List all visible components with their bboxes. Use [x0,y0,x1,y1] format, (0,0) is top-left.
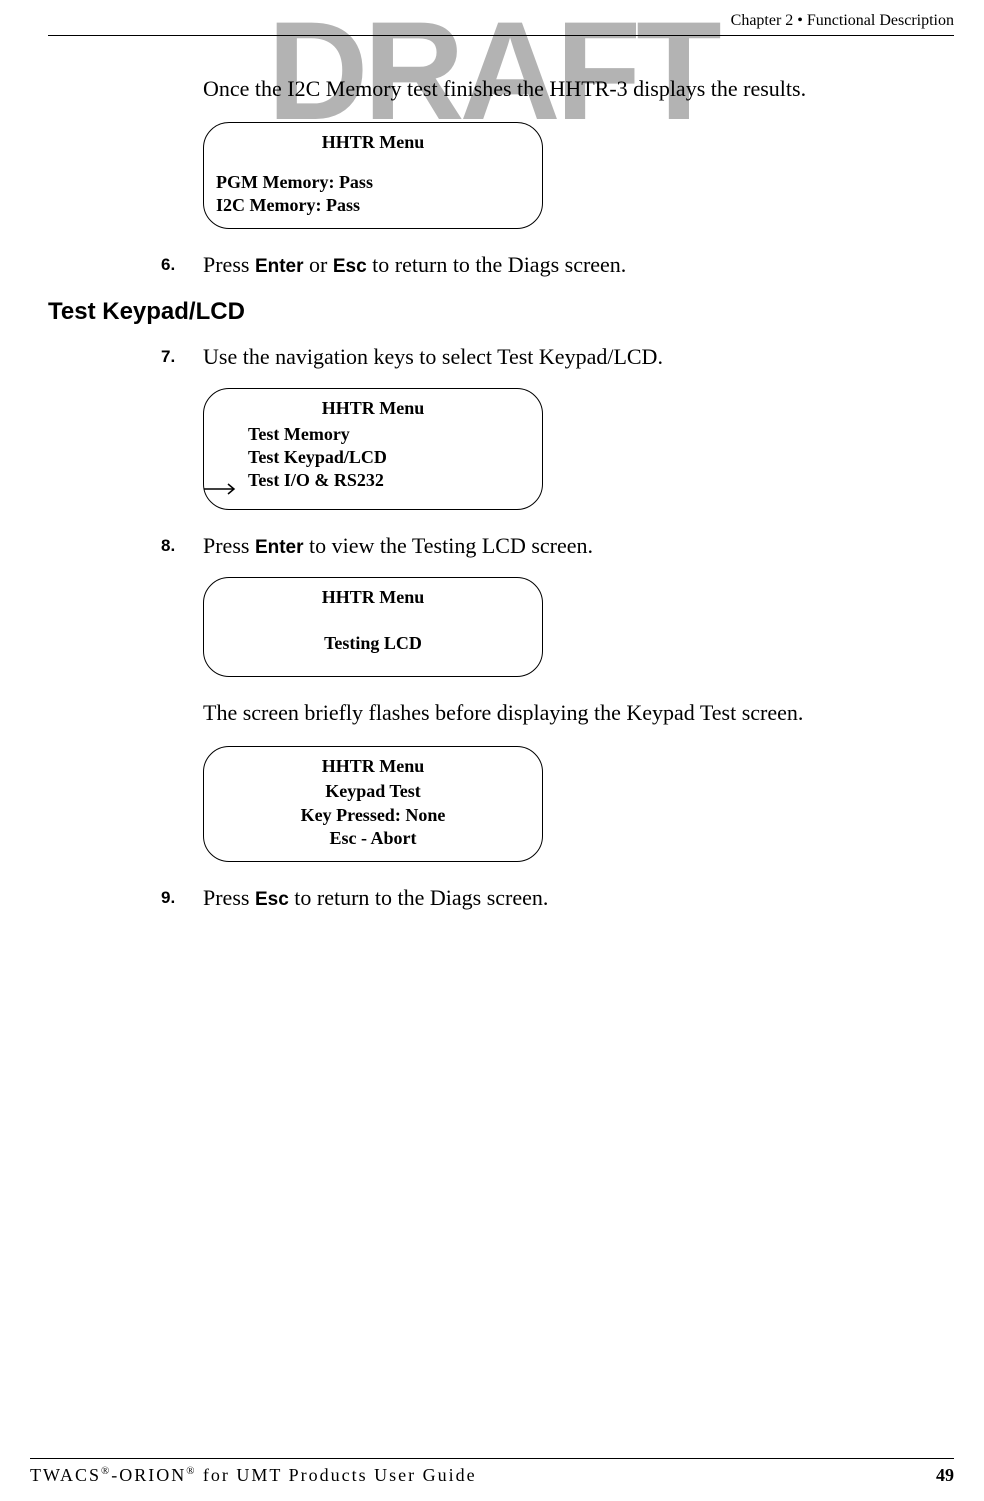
lcd-line: PGM Memory: Pass [216,171,530,194]
lcd-screen-testing-lcd: HHTR Menu Testing LCD [203,577,543,677]
step-number: 9. [161,884,203,913]
key-enter: Enter [255,256,304,277]
lcd-title: HHTR Menu [216,397,530,420]
text: -ORION [111,1465,186,1485]
step-text: Press Enter to view the Testing LCD scre… [203,532,954,561]
registered-icon: ® [186,1465,196,1477]
lcd-menu-item-selected: Test Keypad/LCD [248,446,387,469]
lcd-menu-item: Test Memory [248,423,387,446]
step-text: Use the navigation keys to select Test K… [203,343,954,372]
lcd-title: HHTR Menu [216,755,530,778]
page-number: 49 [936,1465,954,1486]
lcd-title: HHTR Menu [216,131,530,154]
header-rule [48,35,954,36]
step-number: 7. [161,343,203,372]
key-esc: Esc [255,889,289,910]
lcd-screen-keypad-test: HHTR Menu Keypad Test Key Pressed: None … [203,746,543,862]
step-text: Press Enter or Esc to return to the Diag… [203,251,954,280]
step-9: 9. Press Esc to return to the Diags scre… [161,884,954,913]
body-text: The screen briefly flashes before displa… [203,699,954,728]
text: Press [203,252,255,277]
lcd-line: I2C Memory: Pass [216,194,530,217]
text: Press [203,885,255,910]
registered-icon: ® [101,1465,111,1477]
page-content: Once the I2C Memory test finishes the HH… [48,75,954,929]
step-text: Press Esc to return to the Diags screen. [203,884,954,913]
step-6: 6. Press Enter or Esc to return to the D… [161,251,954,280]
lcd-line: Esc - Abort [216,827,530,850]
lcd-line: Testing LCD [216,632,530,655]
step-7: 7. Use the navigation keys to select Tes… [161,343,954,372]
intro-text: Once the I2C Memory test finishes the HH… [203,75,954,104]
section-heading: Test Keypad/LCD [48,296,954,327]
lcd-screen-test-menu: HHTR Menu Test Memory Test Keypad/LCD Te… [203,388,543,510]
footer-rule [30,1458,954,1459]
step-8: 8. Press Enter to view the Testing LCD s… [161,532,954,561]
step-number: 8. [161,532,203,561]
step-number: 6. [161,251,203,280]
lcd-title: HHTR Menu [216,586,530,609]
key-esc: Esc [333,256,367,277]
text: to return to the Diags screen. [289,885,549,910]
text: to view the Testing LCD screen. [304,533,594,558]
text: for UMT Products User Guide [196,1465,476,1485]
footer-left: TWACS®-ORION® for UMT Products User Guid… [30,1465,477,1486]
text: or [304,252,333,277]
lcd-menu-item: Test I/O & RS232 [248,469,387,492]
chapter-header: Chapter 2 • Functional Description [731,12,954,30]
text: TWACS [30,1465,101,1485]
text: to return to the Diags screen. [367,252,627,277]
text: Press [203,533,255,558]
lcd-line: Keypad Test [216,780,530,803]
key-enter: Enter [255,537,304,558]
lcd-screen-memory-results: HHTR Menu PGM Memory: Pass I2C Memory: P… [203,122,543,229]
lcd-line: Key Pressed: None [216,804,530,827]
